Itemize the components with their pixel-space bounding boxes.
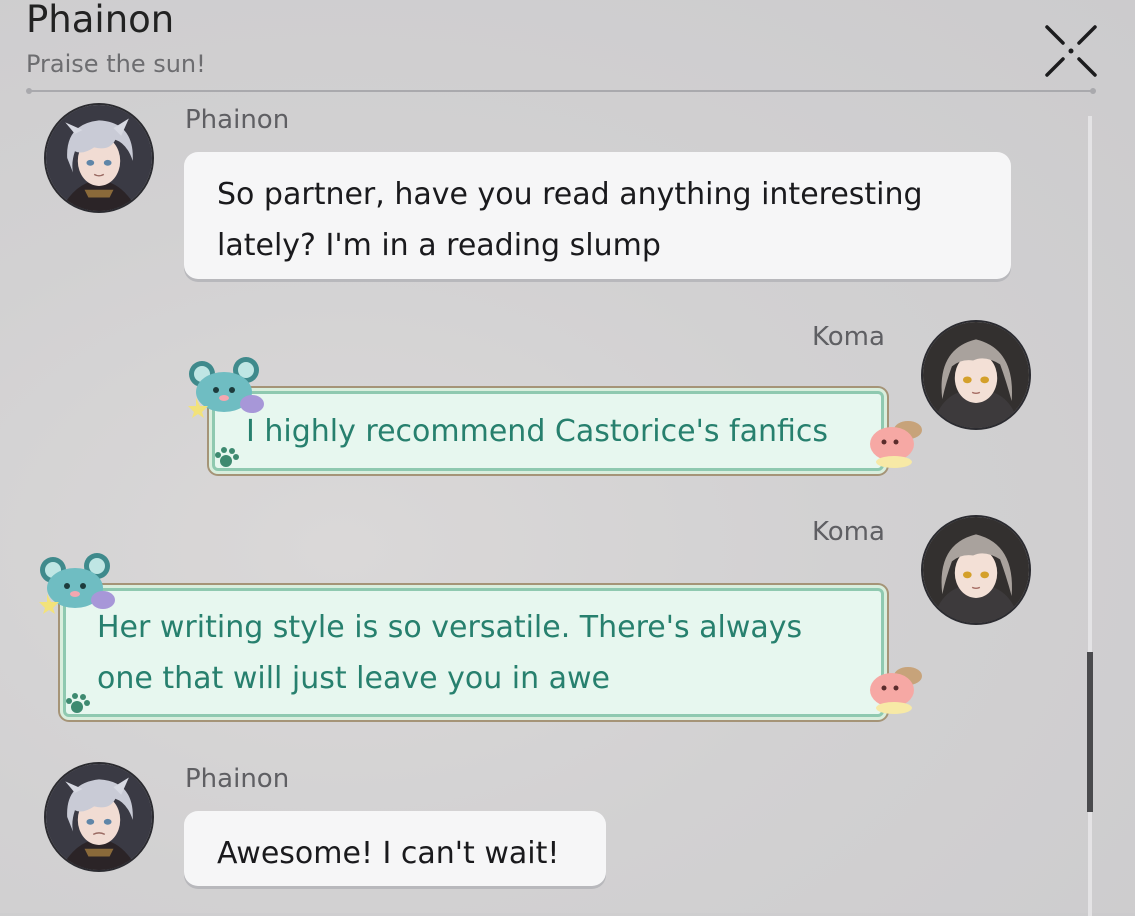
koma-portrait: [923, 517, 1029, 623]
avatar-koma[interactable]: [921, 320, 1031, 430]
koma-portrait: [923, 322, 1029, 428]
sheep-sticker-icon: [870, 421, 922, 468]
avatar-phainon[interactable]: [44, 103, 154, 213]
message-text: Her writing style is so versatile. There…: [97, 610, 803, 696]
avatar-phainon[interactable]: [44, 762, 154, 872]
header-divider: [26, 88, 1096, 94]
sender-name: Phainon: [185, 105, 290, 135]
chat-title: Phainon: [26, 0, 175, 41]
phainon-portrait: [46, 764, 152, 870]
scrollbar-thumb[interactable]: [1087, 652, 1093, 812]
close-button[interactable]: [1043, 23, 1099, 79]
chat-subtitle: Praise the sun!: [26, 50, 206, 78]
message-bubble-sticker[interactable]: I highly recommend Castorice's fanfics: [212, 391, 884, 471]
message-bubble[interactable]: Awesome! I can't wait!: [184, 811, 606, 886]
message-bubble-sticker[interactable]: Her writing style is so versatile. There…: [63, 588, 884, 717]
message-bubble[interactable]: So partner, have you read anything inter…: [184, 152, 1011, 279]
sender-name: Phainon: [185, 764, 290, 794]
sheep-sticker-icon: [870, 667, 922, 714]
sender-name: Koma: [812, 322, 885, 352]
close-icon: [1045, 25, 1097, 77]
mouse-sticker-icon: [188, 357, 264, 418]
message-text: I highly recommend Castorice's fanfics: [246, 414, 828, 449]
paw-icon: [215, 447, 239, 467]
paw-icon: [66, 693, 90, 713]
sender-name: Koma: [812, 517, 885, 547]
avatar-koma[interactable]: [921, 515, 1031, 625]
phainon-portrait: [46, 105, 152, 211]
mouse-sticker-icon: [39, 553, 115, 614]
